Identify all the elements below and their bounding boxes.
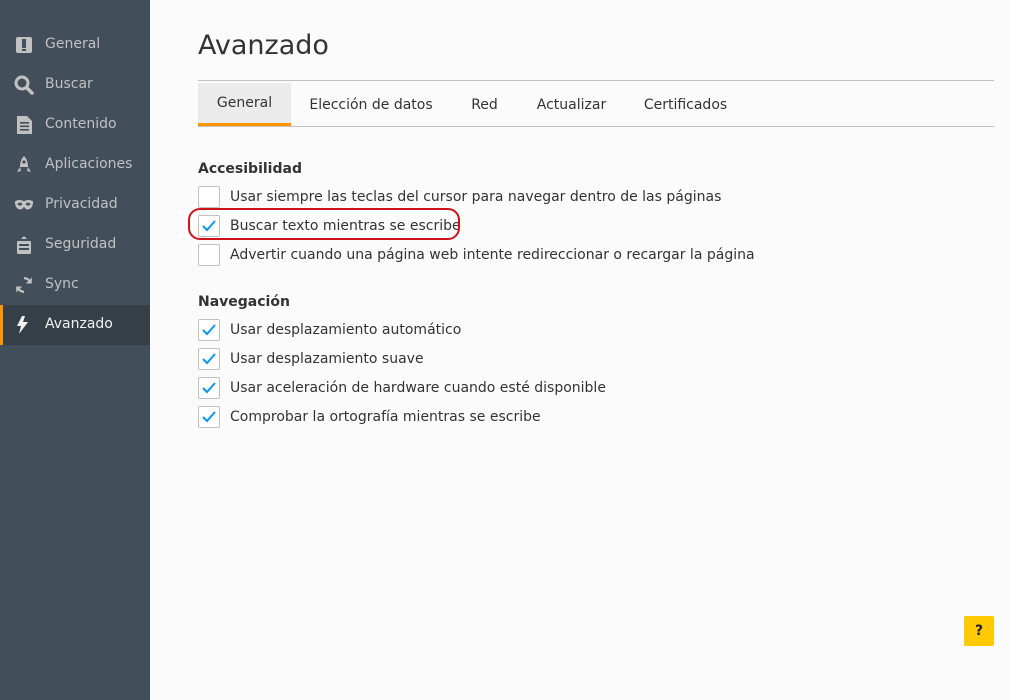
option-autoscroll: Usar desplazamiento automático: [198, 318, 461, 342]
hardware-acceleration-checkbox[interactable]: [198, 377, 220, 399]
applications-icon: [14, 155, 34, 175]
advanced-icon: [14, 315, 34, 335]
content-icon: [14, 115, 34, 135]
sidebar-item-security[interactable]: Seguridad: [0, 225, 150, 265]
sidebar: General Buscar Contenido Aplicaciones Pr…: [0, 0, 150, 700]
sidebar-item-privacy[interactable]: Privacidad: [0, 185, 150, 225]
section-title-accessibility: Accesibilidad: [198, 161, 302, 177]
smooth-scroll-checkbox[interactable]: [198, 348, 220, 370]
title-divider: [198, 80, 994, 81]
option-label: Comprobar la ortografía mientras se escr…: [230, 409, 541, 425]
autoscroll-checkbox[interactable]: [198, 319, 220, 341]
option-label: Usar aceleración de hardware cuando esté…: [230, 380, 606, 396]
tab-general[interactable]: General: [198, 83, 291, 126]
option-spellcheck: Comprobar la ortografía mientras se escr…: [198, 405, 541, 429]
sidebar-item-label: Privacidad: [45, 196, 118, 212]
page-title: Avanzado: [198, 30, 329, 61]
tab-certificates[interactable]: Certificados: [625, 83, 746, 126]
sidebar-item-search[interactable]: Buscar: [0, 65, 150, 105]
sidebar-item-content[interactable]: Contenido: [0, 105, 150, 145]
option-label: Usar desplazamiento suave: [230, 351, 424, 367]
general-icon: [14, 35, 34, 55]
help-button[interactable]: ?: [964, 616, 994, 646]
sidebar-item-label: Seguridad: [45, 236, 117, 252]
tab-network[interactable]: Red: [451, 83, 518, 126]
sidebar-item-label: Sync: [45, 276, 79, 292]
section-title-browsing: Navegación: [198, 294, 290, 310]
tab-bar: General Elección de datos Red Actualizar…: [198, 83, 994, 127]
search-icon: [14, 75, 34, 95]
option-cursor-keys: Usar siempre las teclas del cursor para …: [198, 185, 721, 209]
tab-update[interactable]: Actualizar: [518, 83, 625, 126]
tab-data-choices[interactable]: Elección de datos: [291, 83, 451, 126]
sidebar-item-label: Aplicaciones: [45, 156, 133, 172]
option-label: Advertir cuando una página web intente r…: [230, 247, 755, 263]
sidebar-item-applications[interactable]: Aplicaciones: [0, 145, 150, 185]
sidebar-item-label: Buscar: [45, 76, 93, 92]
highlight-annotation: [188, 208, 460, 240]
option-warn-redirect: Advertir cuando una página web intente r…: [198, 243, 755, 267]
sidebar-item-label: Avanzado: [45, 316, 113, 332]
sidebar-item-advanced[interactable]: Avanzado: [0, 305, 150, 345]
security-icon: [14, 235, 34, 255]
spellcheck-checkbox[interactable]: [198, 406, 220, 428]
main-panel: Avanzado General Elección de datos Red A…: [150, 0, 1010, 700]
privacy-mask-icon: [14, 195, 34, 215]
option-label: Usar desplazamiento automático: [230, 322, 462, 338]
option-label: Usar siempre las teclas del cursor para …: [230, 189, 722, 205]
sidebar-item-label: General: [45, 36, 101, 52]
sync-icon: [14, 275, 34, 295]
sidebar-item-sync[interactable]: Sync: [0, 265, 150, 305]
option-hardware-acceleration: Usar aceleración de hardware cuando esté…: [198, 376, 606, 400]
cursor-keys-checkbox[interactable]: [198, 186, 220, 208]
warn-redirect-checkbox[interactable]: [198, 244, 220, 266]
sidebar-item-general[interactable]: General: [0, 25, 150, 65]
option-smooth-scroll: Usar desplazamiento suave: [198, 347, 424, 371]
sidebar-item-label: Contenido: [45, 116, 117, 132]
